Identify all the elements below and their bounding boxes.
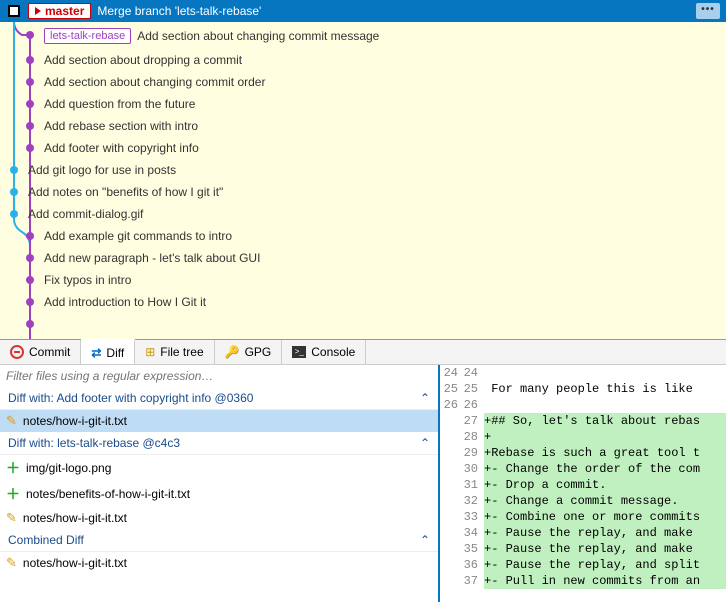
diff-section-header[interactable]: Combined Diff ⌃ [0, 529, 438, 552]
diff-line: 37+- Pull in new commits from an [440, 573, 726, 589]
diff-view[interactable]: 24242525 For many people this is like262… [440, 365, 726, 602]
commit-message: Add example git commands to intro [44, 229, 232, 243]
branch-label[interactable]: lets-talk-rebase [44, 28, 131, 44]
diff-section-header[interactable]: Diff with: Add footer with copyright inf… [0, 387, 438, 410]
diff-section-header[interactable]: Diff with: lets-talk-rebase @c4c3 ⌃ [0, 432, 438, 455]
tab-filetree[interactable]: ⊞ File tree [135, 340, 214, 364]
chevron-up-icon: ⌃ [420, 436, 430, 450]
commit-icon [10, 345, 24, 359]
added-icon: ＋ [6, 458, 20, 478]
commit-row[interactable]: Add git logo for use in posts [0, 159, 726, 181]
branch-name: master [45, 4, 84, 18]
file-path: notes/how-i-git-it.txt [23, 511, 127, 525]
commit-row[interactable]: Add section about changing commit order [0, 71, 726, 93]
tab-bar: Commit ⇄ Diff ⊞ File tree 🔑 GPG >_ Conso… [0, 339, 726, 365]
commit-message: Add commit-dialog.gif [28, 207, 143, 221]
diff-icon: ⇄ [91, 346, 101, 360]
file-row[interactable]: ✎ notes/how-i-git-it.txt [0, 410, 438, 432]
tab-label: File tree [160, 345, 203, 359]
file-row[interactable]: ＋ notes/benefits-of-how-i-git-it.txt [0, 481, 438, 507]
key-icon: 🔑 [225, 345, 240, 359]
commit-row[interactable]: Add question from the future [0, 93, 726, 115]
commit-message: Add introduction to How I Git it [44, 295, 206, 309]
section-title: Diff with: lets-talk-rebase @c4c3 [8, 436, 180, 450]
modified-icon: ✎ [6, 510, 17, 526]
file-path: img/git-logo.png [26, 461, 111, 475]
tab-gpg[interactable]: 🔑 GPG [215, 340, 283, 364]
commit-row[interactable]: Add commit-dialog.gif [0, 203, 726, 225]
diff-line: 31+- Drop a commit. [440, 477, 726, 493]
tab-commit[interactable]: Commit [0, 340, 81, 364]
commit-row[interactable]: Fix typos in intro [0, 269, 726, 291]
commit-row[interactable]: Add introduction to How I Git it [0, 291, 726, 313]
commit-row[interactable]: Add notes on "benefits of how I git it" [0, 181, 726, 203]
commit-row[interactable]: Add example git commands to intro [0, 225, 726, 247]
commit-row[interactable]: Add rebase section with intro [0, 115, 726, 137]
modified-icon: ✎ [6, 555, 17, 571]
select-checkbox[interactable] [8, 5, 20, 17]
diff-line: 2525 For many people this is like [440, 381, 726, 397]
added-icon: ＋ [6, 484, 20, 504]
diff-line: 36+- Pause the replay, and split [440, 557, 726, 573]
diff-line: 34+- Pause the replay, and make [440, 525, 726, 541]
console-icon: >_ [292, 346, 306, 358]
diff-line: 35+- Pause the replay, and make [440, 541, 726, 557]
bottom-panes: Diff with: Add footer with copyright inf… [0, 365, 726, 602]
file-row[interactable]: ✎ notes/how-i-git-it.txt [0, 507, 438, 529]
tab-label: Diff [106, 346, 124, 360]
commit-message: Add rebase section with intro [44, 119, 198, 133]
diff-line: 29+Rebase is such a great tool t [440, 445, 726, 461]
commit-message: Add section about dropping a commit [44, 53, 242, 67]
commit-row[interactable]: lets-talk-rebase Add section about chang… [0, 22, 726, 49]
file-row[interactable]: ✎ notes/how-i-git-it.txt [0, 552, 438, 574]
diff-line: 33+- Combine one or more commits [440, 509, 726, 525]
file-path: notes/how-i-git-it.txt [23, 414, 127, 428]
branch-tag-master[interactable]: master [28, 3, 91, 19]
commit-list[interactable]: lets-talk-rebase Add section about chang… [0, 22, 726, 339]
diff-line: 27+## So, let's talk about rebas [440, 413, 726, 429]
commit-row[interactable]: Add new paragraph - let's talk about GUI [0, 247, 726, 269]
tab-diff[interactable]: ⇄ Diff [81, 339, 135, 364]
filter-input[interactable] [0, 365, 438, 387]
modified-icon: ✎ [6, 413, 17, 429]
section-title: Diff with: Add footer with copyright inf… [8, 391, 253, 405]
commit-message: Fix typos in intro [44, 273, 131, 287]
tab-console[interactable]: >_ Console [282, 340, 366, 364]
more-button[interactable]: ••• [696, 3, 720, 19]
diff-line: 28+ [440, 429, 726, 445]
diff-line: 30+- Change the order of the com [440, 461, 726, 477]
commit-row[interactable]: Add section about dropping a commit [0, 49, 726, 71]
commit-message: Add section about changing commit messag… [137, 29, 379, 43]
file-path: notes/how-i-git-it.txt [23, 556, 127, 570]
tab-label: Console [311, 345, 355, 359]
commit-row[interactable]: Add footer with copyright info [0, 137, 726, 159]
diff-line: 2424 [440, 365, 726, 381]
top-commit-bar[interactable]: master Merge branch 'lets-talk-rebase' •… [0, 0, 726, 22]
commit-message: Add git logo for use in posts [28, 163, 176, 177]
section-title: Combined Diff [8, 533, 84, 547]
diff-line: 2626 [440, 397, 726, 413]
commit-message: Add notes on "benefits of how I git it" [28, 185, 223, 199]
chevron-up-icon: ⌃ [420, 391, 430, 405]
chevron-up-icon: ⌃ [420, 533, 430, 547]
tab-label: Commit [29, 345, 70, 359]
file-path: notes/benefits-of-how-i-git-it.txt [26, 487, 190, 501]
file-list-pane: Diff with: Add footer with copyright inf… [0, 365, 440, 602]
filetree-icon: ⊞ [145, 345, 155, 359]
file-row[interactable]: ＋ img/git-logo.png [0, 455, 438, 481]
commit-message: Add footer with copyright info [44, 141, 199, 155]
merge-message: Merge branch 'lets-talk-rebase' [97, 4, 261, 18]
diff-line: 32+- Change a commit message. [440, 493, 726, 509]
branch-arrow-icon [35, 7, 41, 15]
commit-message: Add new paragraph - let's talk about GUI [44, 251, 260, 265]
tab-label: GPG [245, 345, 272, 359]
commit-message: Add section about changing commit order [44, 75, 265, 89]
commit-message: Add question from the future [44, 97, 195, 111]
